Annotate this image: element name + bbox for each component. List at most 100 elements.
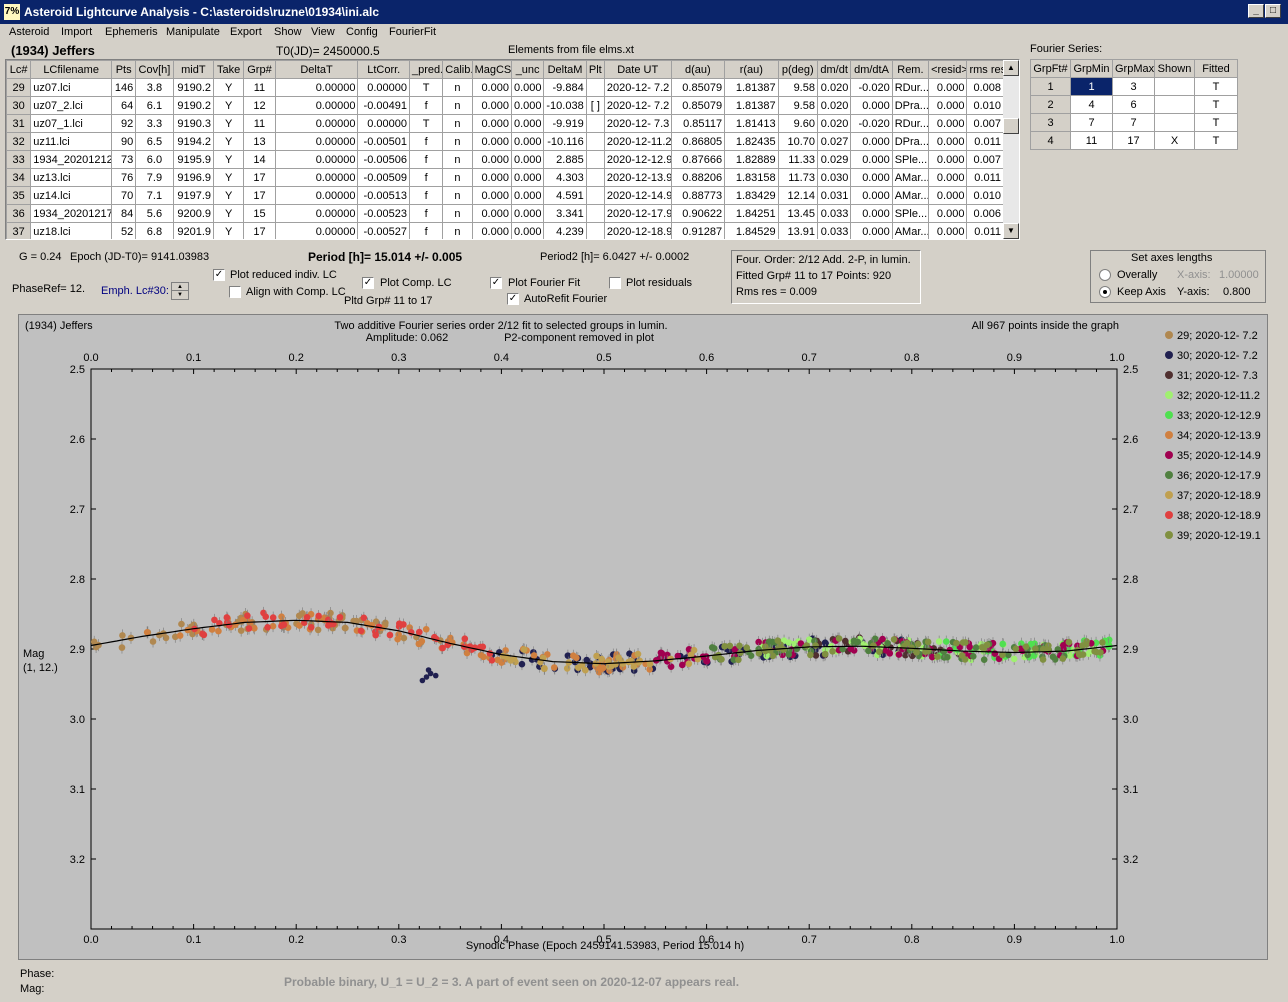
- table-cell[interactable]: 4.303: [543, 168, 587, 187]
- table-cell[interactable]: uz07_1.lci: [30, 114, 113, 133]
- table-cell[interactable]: 0.000: [471, 168, 512, 187]
- table-cell[interactable]: 6.1: [135, 96, 174, 115]
- table-cell[interactable]: n: [442, 168, 473, 187]
- table-cell[interactable]: 0.00000: [274, 114, 359, 133]
- table-cell[interactable]: 2020-12-17.9: [603, 204, 672, 223]
- table-cell[interactable]: 2020-12- 7.2: [603, 78, 672, 97]
- fourier-row[interactable]: 377T: [1030, 113, 1238, 132]
- table-cell[interactable]: f: [408, 150, 444, 169]
- table-cell[interactable]: 11.33: [777, 150, 818, 169]
- table-cell[interactable]: 0.033: [816, 204, 852, 223]
- table-cell[interactable]: 0.000: [471, 96, 512, 115]
- y-axis-value[interactable]: 0.800: [1223, 286, 1251, 298]
- table-cell[interactable]: n: [442, 204, 473, 223]
- table-cell[interactable]: 9195.9: [172, 150, 215, 169]
- table-cell[interactable]: AMar...: [891, 168, 930, 187]
- table-cell[interactable]: 3.8: [135, 78, 174, 97]
- column-header[interactable]: DeltaM: [543, 60, 587, 79]
- column-header[interactable]: r(au): [724, 60, 779, 79]
- column-header[interactable]: Take: [213, 60, 245, 79]
- minimize-button[interactable]: _: [1248, 4, 1264, 18]
- table-cell[interactable]: 2020-12- 7.3: [603, 114, 672, 133]
- fourier-cell[interactable]: 4: [1030, 131, 1071, 150]
- table-cell[interactable]: 6.8: [135, 222, 174, 239]
- scroll-down-icon[interactable]: ▼: [1003, 223, 1019, 239]
- table-cell[interactable]: 73: [111, 150, 137, 169]
- table-cell[interactable]: T: [408, 114, 444, 133]
- fourier-column-header[interactable]: GrpFt#: [1030, 59, 1071, 78]
- table-cell[interactable]: Y: [213, 222, 245, 239]
- menu-view[interactable]: View: [311, 26, 335, 38]
- plot-reduced-checkbox[interactable]: ✓: [213, 269, 225, 281]
- table-cell[interactable]: 0.000: [510, 132, 545, 151]
- table-cell[interactable]: 29: [6, 78, 32, 97]
- table-cell[interactable]: -0.00501: [357, 132, 410, 151]
- table-cell[interactable]: 31: [6, 114, 32, 133]
- table-cell[interactable]: 0.90622: [670, 204, 726, 223]
- table-cell[interactable]: 9197.9: [172, 186, 215, 205]
- table-cell[interactable]: -0.020: [850, 78, 893, 97]
- table-cell[interactable]: 0.88773: [670, 186, 726, 205]
- table-cell[interactable]: 10.70: [777, 132, 818, 151]
- table-cell[interactable]: 0.00000: [274, 204, 359, 223]
- fourier-cell[interactable]: 3: [1112, 77, 1155, 96]
- table-cell[interactable]: 9190.2: [172, 96, 215, 115]
- table-cell[interactable]: [ ]: [585, 96, 605, 115]
- table-cell[interactable]: 0.000: [928, 186, 968, 205]
- menu-manipulate[interactable]: Manipulate: [166, 26, 220, 38]
- table-cell[interactable]: 7.9: [135, 168, 174, 187]
- table-cell[interactable]: 9196.9: [172, 168, 215, 187]
- table-row[interactable]: 33 1934_20201212 73 6.0 9195.9 Y 14 0.00000 -0.0…: [6, 150, 1004, 169]
- table-cell[interactable]: 0.011: [966, 222, 1004, 239]
- table-cell[interactable]: uz14.lci: [30, 186, 113, 205]
- table-cell[interactable]: 0.000: [510, 168, 545, 187]
- table-cell[interactable]: 0.00000: [274, 96, 359, 115]
- table-cell[interactable]: AMar...: [891, 186, 930, 205]
- table-cell[interactable]: SPle...: [891, 204, 930, 223]
- table-cell[interactable]: 0.00000: [274, 78, 359, 97]
- table-cell[interactable]: 0.000: [471, 78, 512, 97]
- table-cell[interactable]: 9201.9: [172, 222, 215, 239]
- table-cell[interactable]: 0.000: [471, 204, 512, 223]
- column-header[interactable]: rms res: [966, 60, 1004, 79]
- table-cell[interactable]: 6.5: [135, 132, 174, 151]
- table-cell[interactable]: 0.85117: [670, 114, 726, 133]
- table-cell[interactable]: 0.029: [816, 150, 852, 169]
- table-cell[interactable]: 5.6: [135, 204, 174, 223]
- table-cell[interactable]: 0.031: [816, 186, 852, 205]
- table-cell[interactable]: Y: [213, 186, 245, 205]
- table-cell[interactable]: 4.239: [543, 222, 587, 239]
- table-cell[interactable]: uz07.lci: [30, 78, 113, 97]
- table-cell[interactable]: DPra...: [891, 132, 930, 151]
- table-row[interactable]: 34 uz13.lci 76 7.9 9196.9 Y 17 0.00000 -0.00509 f…: [6, 168, 1004, 187]
- table-cell[interactable]: 52: [111, 222, 137, 239]
- fourier-cell[interactable]: 11: [1070, 131, 1113, 150]
- fourier-cell[interactable]: 7: [1070, 113, 1113, 132]
- table-cell[interactable]: 2020-12-11.2: [603, 132, 672, 151]
- table-cell[interactable]: 0.00000: [274, 222, 359, 239]
- table-cell[interactable]: 12: [243, 96, 276, 115]
- table-cell[interactable]: 0.85079: [670, 96, 726, 115]
- menu-fourierfit[interactable]: FourierFit: [389, 26, 436, 38]
- table-cell[interactable]: n: [442, 222, 473, 239]
- fourier-cell[interactable]: T: [1194, 131, 1238, 150]
- table-cell[interactable]: [585, 186, 605, 205]
- table-cell[interactable]: 0.88206: [670, 168, 726, 187]
- column-header[interactable]: midT: [172, 60, 215, 79]
- maximize-button[interactable]: □: [1265, 4, 1281, 18]
- table-scrollbar[interactable]: ▲ ▼: [1003, 60, 1019, 239]
- menu-ephemeris[interactable]: Ephemeris: [105, 26, 158, 38]
- column-header[interactable]: _unc: [510, 60, 545, 79]
- column-header[interactable]: Cov[h]: [135, 60, 174, 79]
- table-cell[interactable]: 0.000: [471, 186, 512, 205]
- x-axis-value[interactable]: 1.00000: [1219, 269, 1259, 281]
- fourier-cell[interactable]: X: [1154, 131, 1195, 150]
- column-header[interactable]: Grp#: [243, 60, 276, 79]
- column-header[interactable]: Rem.: [891, 60, 930, 79]
- fourier-column-header[interactable]: Fitted: [1194, 59, 1238, 78]
- table-cell[interactable]: 0.000: [850, 132, 893, 151]
- table-cell[interactable]: 146: [111, 78, 137, 97]
- column-header[interactable]: d(au): [670, 60, 726, 79]
- fourier-cell[interactable]: T: [1194, 113, 1238, 132]
- column-header[interactable]: dm/dtA: [850, 60, 893, 79]
